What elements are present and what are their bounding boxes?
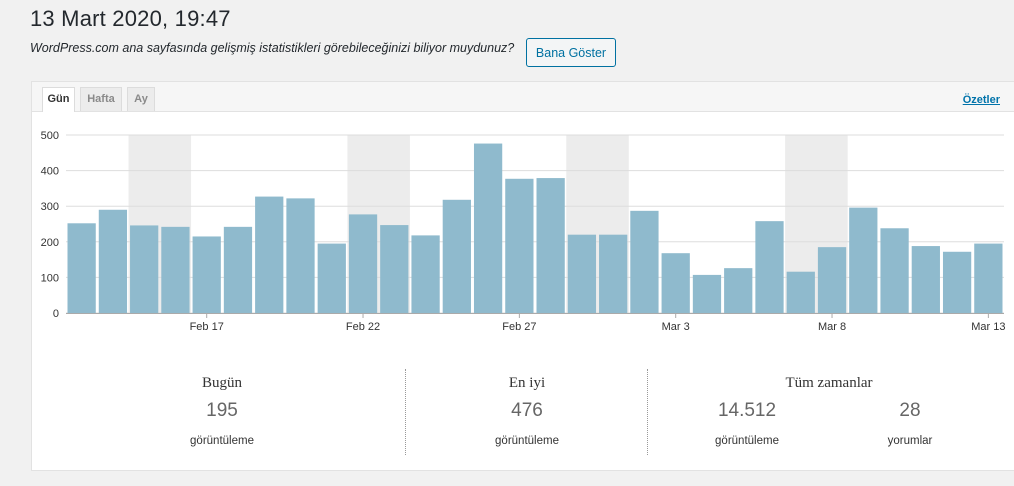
all-time-views-value: 14.512 xyxy=(717,400,777,421)
promo-text: WordPress.com ana sayfasında gelişmiş is… xyxy=(30,41,515,55)
show-me-button[interactable]: Bana Göster xyxy=(526,38,616,67)
y-tick-label: 0 xyxy=(53,308,59,320)
bar[interactable] xyxy=(473,143,503,313)
y-tick-label: 300 xyxy=(41,201,59,213)
bar[interactable] xyxy=(380,225,409,313)
bar[interactable] xyxy=(911,246,940,313)
x-tick-label: Feb 17 xyxy=(190,321,224,333)
tab-month[interactable]: Ay xyxy=(127,87,155,111)
x-tick-label: Mar 3 xyxy=(662,321,690,333)
bar[interactable] xyxy=(98,209,128,313)
x-tick-label: Feb 22 xyxy=(346,321,380,333)
all-time-comments-unit: yorumlar xyxy=(887,435,933,447)
y-tick-label: 500 xyxy=(41,130,59,142)
bar[interactable] xyxy=(661,253,690,313)
tab-day[interactable]: Gün xyxy=(42,87,75,112)
bar[interactable] xyxy=(786,271,815,313)
bar[interactable] xyxy=(724,268,753,313)
bar[interactable] xyxy=(880,228,909,313)
x-tick-label: Mar 8 xyxy=(818,321,846,333)
bar[interactable] xyxy=(67,223,96,313)
tab-week[interactable]: Hafta xyxy=(80,87,122,111)
bar[interactable] xyxy=(286,198,315,313)
best-value: 476 xyxy=(511,400,543,421)
divider xyxy=(405,369,406,455)
bar[interactable] xyxy=(692,274,722,313)
all-time-title: Tüm zamanlar xyxy=(785,375,873,391)
bar[interactable] xyxy=(130,225,159,313)
bar[interactable] xyxy=(755,221,784,313)
divider xyxy=(647,369,648,455)
bar[interactable] xyxy=(505,178,534,313)
today-unit: görüntüleme xyxy=(190,435,254,447)
bar[interactable] xyxy=(849,207,878,313)
all-time-views-unit: görüntüleme xyxy=(715,435,779,447)
bar[interactable] xyxy=(161,226,190,313)
period-tabs: Gün Hafta Ay Özetler xyxy=(32,82,1014,112)
all-time-comments-value: 28 xyxy=(899,400,921,421)
bar[interactable] xyxy=(442,199,471,313)
views-bar-chart: 0 100 200 300 400 500 Feb 17 Feb 22 Feb 27 Mar 3… xyxy=(41,130,1006,333)
today-title: Bugün xyxy=(201,375,242,391)
x-tick-label: Mar 13 xyxy=(971,321,1005,333)
bar[interactable] xyxy=(630,210,659,313)
bar[interactable] xyxy=(974,243,1003,313)
summary-stats: Bugün 195 görüntüleme En iyi 476 görüntü… xyxy=(32,367,1014,457)
bar[interactable] xyxy=(255,196,284,313)
bar[interactable] xyxy=(536,178,565,313)
bar[interactable] xyxy=(223,226,253,313)
bar[interactable] xyxy=(317,243,346,313)
bar[interactable] xyxy=(348,214,378,313)
bar[interactable] xyxy=(942,251,972,313)
page-title: 13 Mart 2020, 19:47 xyxy=(30,6,231,31)
y-tick-label: 200 xyxy=(41,237,59,249)
summaries-link[interactable]: Özetler xyxy=(963,94,1000,106)
best-title: En iyi xyxy=(508,375,546,391)
today-value: 195 xyxy=(206,400,238,421)
bar[interactable] xyxy=(817,247,847,313)
stats-panel: Gün Hafta Ay Özetler 0 100 200 300 400 500 Fe… xyxy=(31,81,1014,471)
x-tick-label: Feb 27 xyxy=(502,321,536,333)
bar[interactable] xyxy=(599,234,628,313)
y-tick-label: 100 xyxy=(41,272,59,284)
best-unit: görüntüleme xyxy=(495,435,559,447)
bar[interactable] xyxy=(192,236,221,313)
bar[interactable] xyxy=(567,234,597,313)
bar[interactable] xyxy=(411,235,440,313)
y-tick-label: 400 xyxy=(41,166,59,178)
